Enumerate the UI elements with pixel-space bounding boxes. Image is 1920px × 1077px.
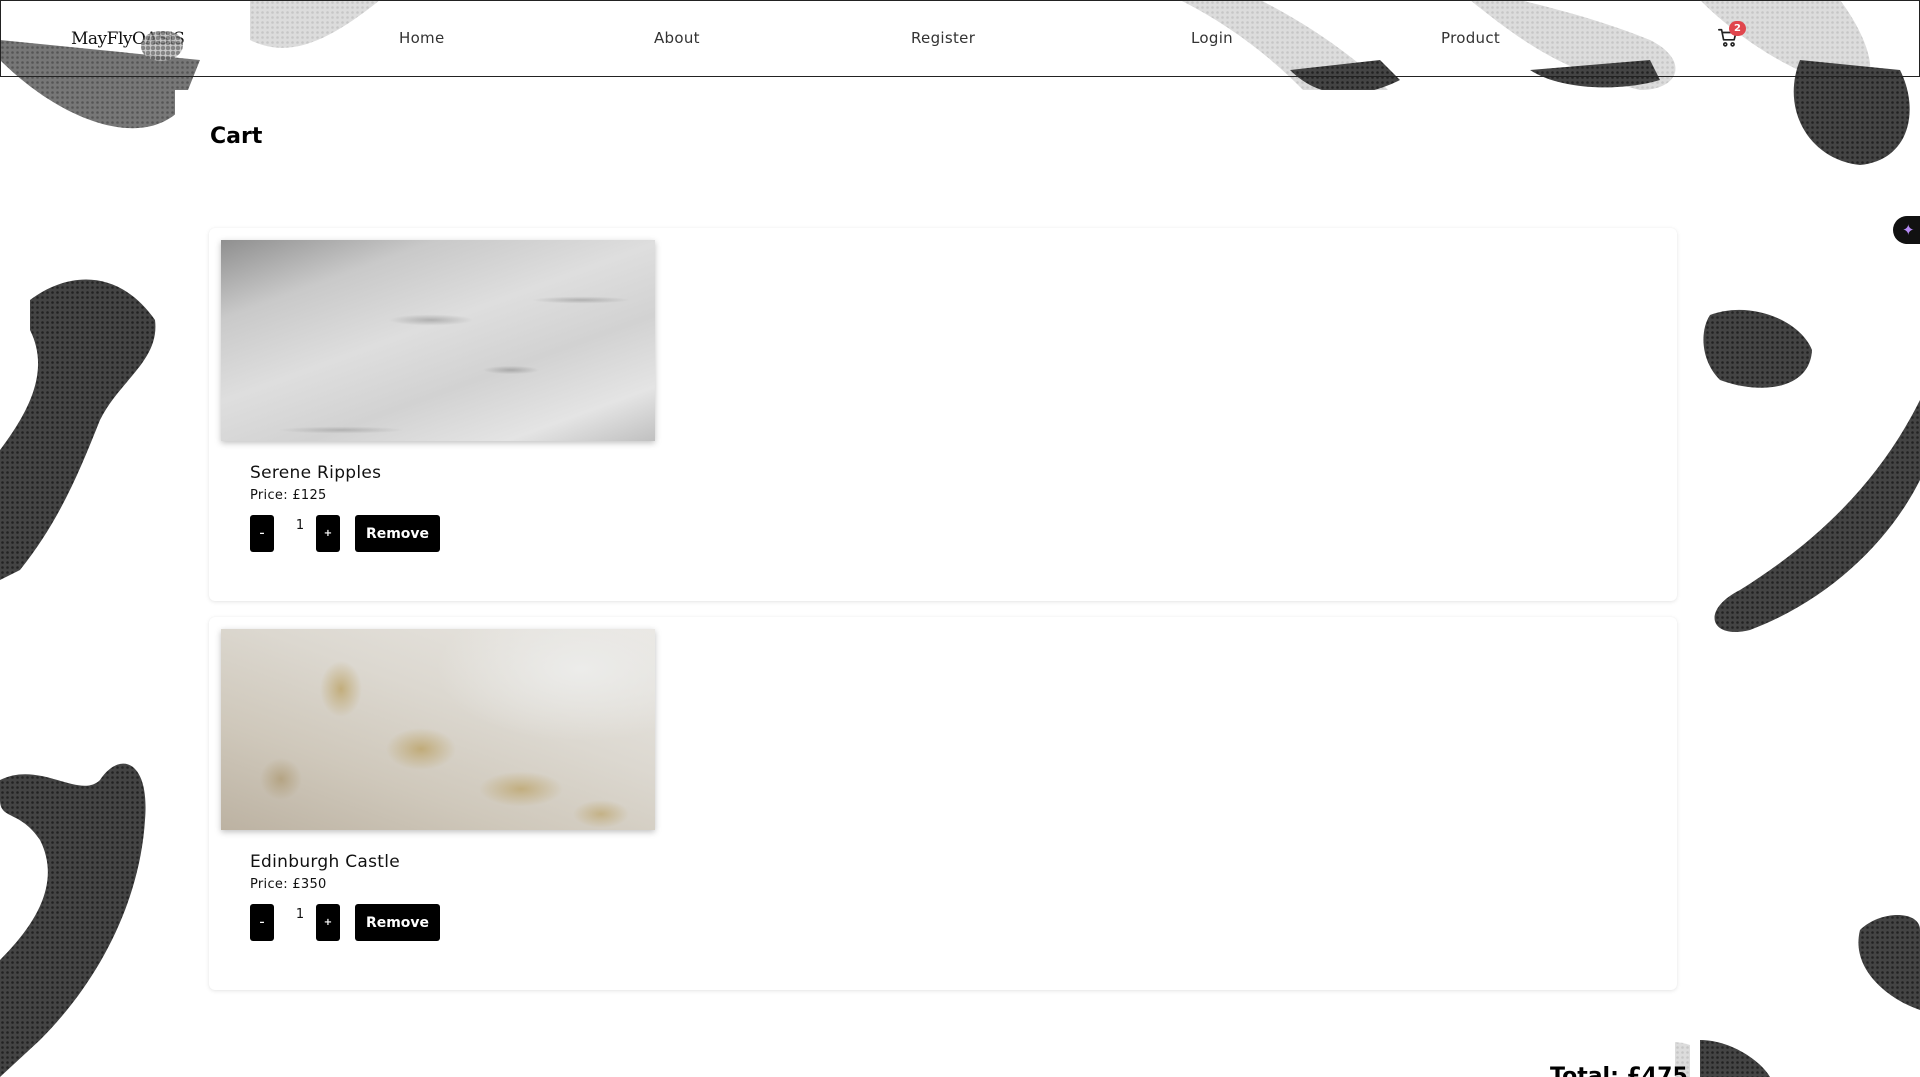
remove-item-button[interactable]: Remove — [355, 515, 440, 552]
nav-about[interactable]: About — [654, 29, 700, 47]
cart-total: Total: £475 — [1550, 1064, 1688, 1077]
sparkle-icon[interactable]: ✦ — [1893, 216, 1920, 244]
product-image-edinburgh-castle[interactable] — [221, 629, 655, 830]
nav-register[interactable]: Register — [911, 29, 975, 47]
nav-login[interactable]: Login — [1191, 29, 1233, 47]
page-title: Cart — [210, 124, 263, 149]
item-name: Edinburgh Castle — [250, 852, 401, 872]
increment-quantity-button[interactable]: + — [316, 904, 340, 941]
cart-item: Edinburgh Castle Price: £350 – 1 + Remov… — [209, 617, 1677, 990]
increment-quantity-button[interactable]: + — [316, 515, 340, 552]
quantity-value: 1 — [295, 518, 305, 533]
cart-count-badge: 2 — [1729, 21, 1746, 36]
top-navbar: MayFlyOASiS Home About Register Login Pr… — [0, 0, 1920, 77]
item-price: Price: £350 — [250, 877, 327, 892]
logo-graphic — [141, 31, 183, 61]
decrement-quantity-button[interactable]: – — [250, 904, 274, 941]
nav-home[interactable]: Home — [399, 29, 445, 47]
product-image-serene-ripples[interactable] — [221, 240, 655, 441]
decrement-quantity-button[interactable]: – — [250, 515, 274, 552]
remove-item-button[interactable]: Remove — [355, 904, 440, 941]
nav-product[interactable]: Product — [1441, 29, 1500, 47]
item-price: Price: £125 — [250, 488, 327, 503]
item-name: Serene Ripples — [250, 463, 382, 483]
cart-item: Serene Ripples Price: £125 – 1 + Remove — [209, 228, 1677, 601]
quantity-value: 1 — [295, 907, 305, 922]
